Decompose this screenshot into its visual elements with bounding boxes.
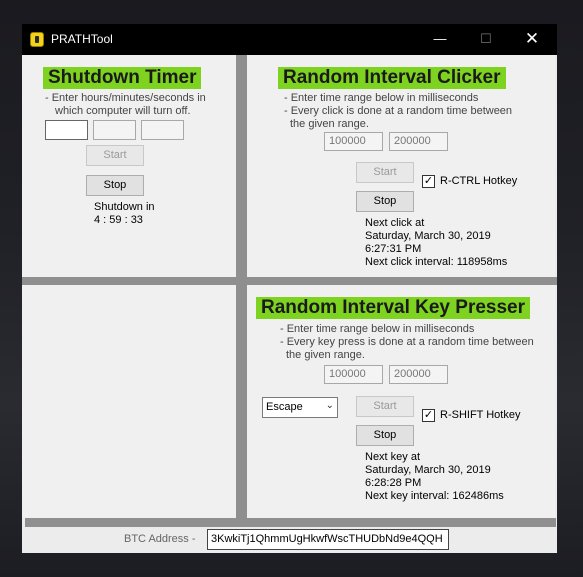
minutes-input[interactable] [93, 120, 136, 140]
middle-divider [22, 277, 557, 285]
key-presser-next-label: Next key at [365, 451, 421, 463]
key-presser-hotkey-label: R-SHIFT Hotkey [440, 409, 521, 421]
clicker-start-button[interactable]: Start [356, 162, 414, 183]
key-presser-start-button[interactable]: Start [356, 396, 414, 417]
key-presser-desc-line1: - Enter time range below in milliseconds [280, 323, 475, 335]
key-presser-max-input[interactable]: 200000 [389, 365, 448, 384]
clicker-desc-line2: - Every click is done at a random time b… [284, 105, 513, 117]
key-presser-panel: Random Interval Key Presser - Enter time… [247, 285, 555, 518]
key-presser-desc-line2: - Every key press is done at a random ti… [280, 336, 534, 348]
shutdown-stop-button[interactable]: Stop [86, 175, 144, 196]
key-presser-next-date: Saturday, March 30, 2019 [365, 464, 491, 476]
client-area: Shutdown Timer - Enter hours/minutes/sec… [22, 55, 557, 553]
window-title: PRATHTool [51, 32, 113, 46]
key-select-dropdown[interactable]: Escape ⌄ [262, 397, 338, 418]
clicker-desc-line1: - Enter time range below in milliseconds [284, 92, 479, 104]
key-presser-min-input[interactable]: 100000 [324, 365, 383, 384]
chevron-down-icon: ⌄ [325, 400, 334, 411]
vertical-divider [236, 55, 247, 518]
app-icon [30, 32, 44, 47]
title-bar[interactable]: PRATHTool — ☐ ✕ [22, 24, 557, 55]
clicker-stop-button[interactable]: Stop [356, 191, 414, 212]
clicker-next-label: Next click at [365, 217, 425, 229]
clicker-min-input[interactable]: 100000 [324, 132, 383, 151]
btc-address-label: BTC Address - [124, 533, 196, 545]
key-presser-stop-button[interactable]: Stop [356, 425, 414, 446]
minimize-button[interactable]: — [417, 24, 463, 55]
clicker-heading: Random Interval Clicker [278, 67, 506, 89]
empty-panel [22, 285, 236, 518]
clicker-max-input[interactable]: 200000 [389, 132, 448, 151]
clicker-desc-line3: the given range. [290, 118, 369, 130]
clicker-next-date: Saturday, March 30, 2019 [365, 230, 491, 242]
shutdown-status-label: Shutdown in [94, 201, 155, 213]
clicker-hotkey-checkbox[interactable]: ✓ [422, 175, 435, 188]
shutdown-start-button[interactable]: Start [86, 145, 144, 166]
clicker-hotkey-label: R-CTRL Hotkey [440, 175, 518, 187]
shutdown-desc-line1: - Enter hours/minutes/seconds in [45, 92, 206, 104]
shutdown-countdown: 4 : 59 : 33 [94, 214, 143, 226]
btc-address-field[interactable]: 3KwkiTj1QhmmUgHkwfWscTHUDbNd9e4QQH [207, 529, 449, 550]
maximize-button[interactable]: ☐ [463, 24, 509, 55]
shutdown-timer-heading: Shutdown Timer [43, 67, 202, 89]
hours-input[interactable] [45, 120, 88, 140]
key-presser-next-interval: Next key interval: 162486ms [365, 490, 504, 502]
clicker-next-interval: Next click interval: 118958ms [365, 256, 508, 268]
seconds-input[interactable] [141, 120, 184, 140]
key-presser-next-time: 6:28:28 PM [365, 477, 422, 489]
key-select-value: Escape [266, 401, 303, 413]
shutdown-desc-line2: which computer will turn off. [55, 105, 191, 117]
close-button[interactable]: ✕ [509, 24, 555, 55]
app-window: PRATHTool — ☐ ✕ Shutdown Timer - Enter h… [22, 24, 557, 553]
bottom-divider [25, 518, 556, 527]
clicker-panel: Random Interval Clicker - Enter time ran… [247, 55, 555, 277]
shutdown-timer-panel: Shutdown Timer - Enter hours/minutes/sec… [22, 55, 236, 277]
key-presser-hotkey-checkbox[interactable]: ✓ [422, 409, 435, 422]
key-presser-heading: Random Interval Key Presser [256, 297, 531, 319]
key-presser-desc-line3: the given range. [286, 349, 365, 361]
clicker-next-time: 6:27:31 PM [365, 243, 422, 255]
